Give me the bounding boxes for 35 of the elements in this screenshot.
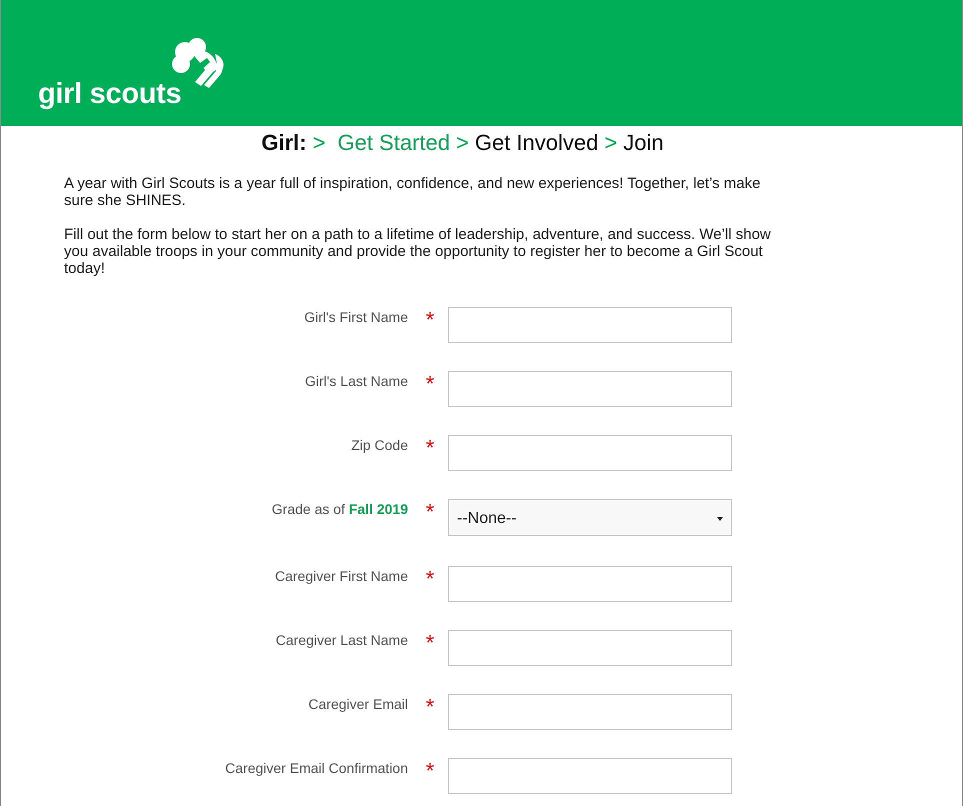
text-input[interactable] [448,435,732,471]
text-input[interactable] [448,758,732,794]
required-asterisk: * [424,307,436,331]
breadcrumb-separator: > [456,130,469,156]
field-label: Caregiver Email Confirmation [224,759,408,777]
required-asterisk: * [424,435,436,459]
field-label: Caregiver Last Name [274,631,408,649]
breadcrumb-step: Join [623,130,664,156]
field-label: Zip Code [350,436,408,454]
required-asterisk: * [424,694,436,718]
logo-text: girl scouts [38,78,182,110]
breadcrumb-step: Get Started [337,130,450,156]
text-input[interactable] [448,694,732,730]
text-input[interactable] [448,630,732,666]
breadcrumb-separator: > [604,130,618,156]
breadcrumb-title: Girl: [261,130,307,156]
intro-paragraph: A year with Girl Scouts is a year full of inspiration, confidence, and new experiences! Together, let’s make sure she SHINES. [64,175,762,209]
grade-dropdown[interactable]: --None-- [448,499,732,536]
field-label: Grade as of Fall 2019 [270,500,408,518]
field-label: Girl's First Name [303,308,408,326]
required-asterisk: * [424,499,436,523]
required-asterisk: * [424,758,436,782]
required-asterisk: * [424,566,436,590]
breadcrumb-separator: > [312,130,326,156]
field-label: Caregiver First Name [274,567,408,585]
text-input[interactable] [448,307,732,343]
field-label: Caregiver Email [307,695,408,713]
text-input[interactable] [448,566,732,602]
caret-icon [717,516,723,520]
required-asterisk: * [424,371,436,395]
text-input[interactable] [448,371,732,407]
intro-paragraph: Fill out the form below to start her on a path to a lifetime of leadership, adventure, and success. We’ll show you available troops in your community and provide the opportunity to register her to become a Girl Scout today! [64,226,772,277]
required-asterisk: * [424,630,436,654]
field-label: Girl's Last Name [304,372,408,390]
breadcrumb-step: Get Involved [474,130,598,156]
